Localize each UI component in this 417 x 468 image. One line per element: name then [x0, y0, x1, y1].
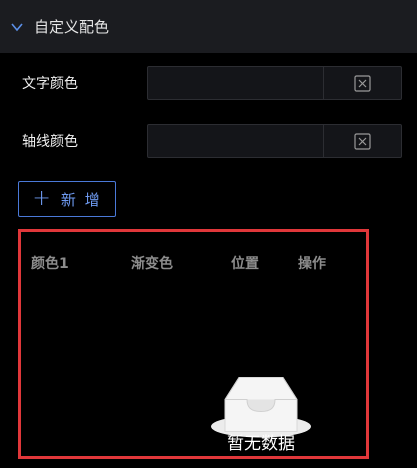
text-color-row: 文字颜色	[0, 66, 417, 102]
section-header-custom-colors[interactable]: 自定义配色	[0, 0, 417, 53]
text-color-picker[interactable]	[147, 66, 402, 100]
column-header-position: 位置	[231, 256, 259, 272]
add-color-button[interactable]: + 新 增	[18, 181, 116, 217]
text-color-swatch[interactable]	[148, 67, 323, 99]
add-button-label: 新 增	[60, 190, 102, 209]
axis-color-clear-button[interactable]	[324, 125, 401, 157]
section-title: 自定义配色	[34, 18, 110, 36]
close-box-icon	[354, 74, 371, 92]
axis-color-swatch[interactable]	[148, 125, 323, 157]
column-header-color1: 颜色1	[31, 256, 69, 272]
text-color-clear-button[interactable]	[324, 67, 401, 99]
close-box-icon	[354, 132, 371, 150]
chevron-down-icon	[11, 23, 23, 32]
table-header: 颜色1 渐变色 位置 操作	[21, 252, 366, 276]
axis-color-label: 轴线颜色	[22, 134, 78, 150]
empty-state-text: 暂无数据	[227, 434, 295, 454]
column-header-action: 操作	[298, 256, 326, 272]
plus-icon: +	[32, 186, 53, 211]
column-header-gradient: 渐变色	[131, 256, 173, 272]
text-color-label: 文字颜色	[22, 76, 78, 92]
axis-color-picker[interactable]	[147, 124, 402, 158]
color-table: 颜色1 渐变色 位置 操作 暂无数据	[18, 229, 369, 459]
axis-color-row: 轴线颜色	[0, 124, 417, 160]
